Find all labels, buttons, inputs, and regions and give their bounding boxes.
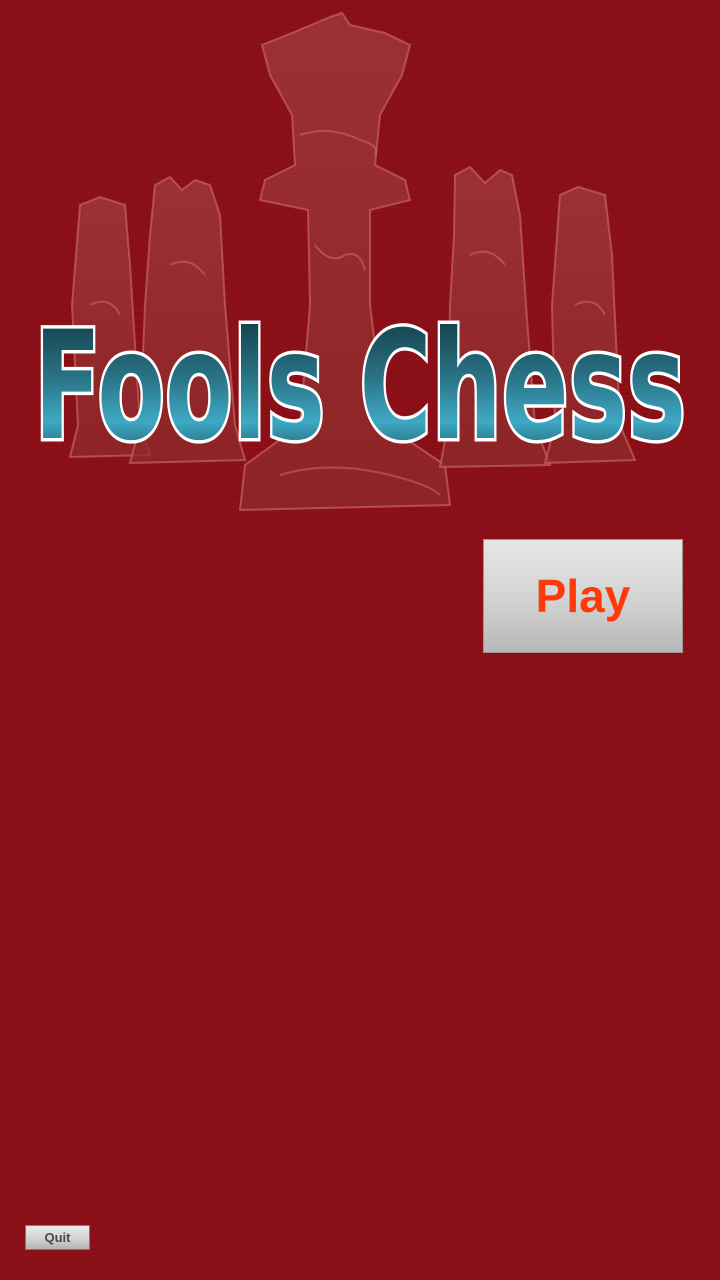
title-text: Fools Chess <box>34 300 686 470</box>
quit-button-label: Quit <box>44 1230 71 1245</box>
play-button[interactable]: Play <box>483 539 683 653</box>
quit-button[interactable]: Quit <box>25 1225 90 1250</box>
game-title: Fools Chess <box>31 297 690 471</box>
play-button-label: Play <box>535 570 631 622</box>
